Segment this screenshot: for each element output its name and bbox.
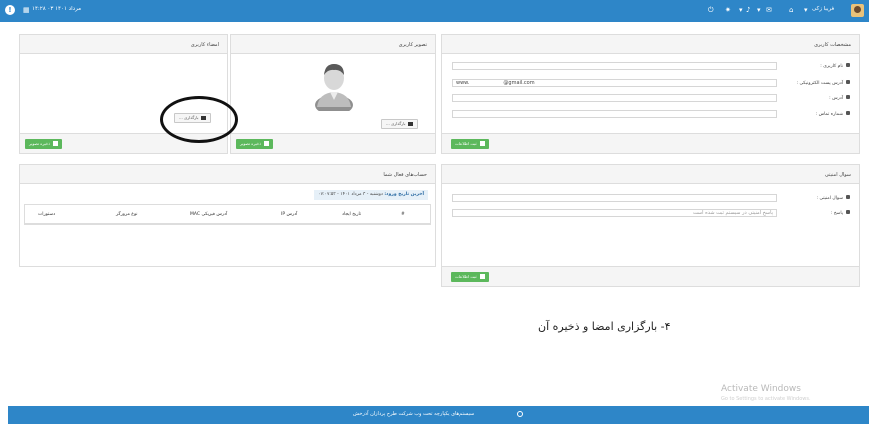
col-created-date: تاریخ ایجاد [342,212,362,217]
map-marker-icon [846,95,850,99]
user-avatar[interactable] [851,4,864,17]
phone-icon [846,111,850,115]
copyright-icon [517,411,523,417]
user-info-title: مشخصات کاربری [814,42,851,48]
settings-icon[interactable]: ✷ [725,7,731,14]
last-login-bar: آخرین تاریخ ورود: دوشنبه - ۳ مرداد ۱۴۰۱ … [314,190,428,200]
last-login-value: دوشنبه - ۳ مرداد ۱۴۰۱ - ۰۷:۰۷:۵۳ [318,192,383,197]
phone-label: شماره تماس : [816,111,850,119]
col-mac-address: آدرس فیزیکی MAC [190,212,228,217]
security-question-title: سوال امنیتی [824,172,851,178]
col-index: # [401,212,405,217]
user-info-header: مشخصات کاربری [442,35,859,54]
answer-placeholder: پاسخ امنیتی در سیستم ثبت شده است [693,210,773,216]
email-label: آدرس پست الکترونیکی : [797,80,850,88]
username-label: نام کاربری : [820,63,850,71]
address-label: آدرس : [829,95,850,103]
comment-icon [846,210,850,214]
user-image-title: تصویر کاربری [398,42,427,48]
email-prefix: www. [456,80,470,86]
table-divider [24,224,431,225]
security-question-footer: ثبت اطلاعات [442,266,859,286]
security-question-header: سوال امنیتی [442,165,859,184]
instruction-caption: ۴- بارگزاری امضا و ذخیره آن [538,320,671,333]
save-icon [264,141,270,146]
save-icon [479,141,485,146]
email-domain: @gmail.com [503,80,535,86]
highlight-circle [160,96,238,143]
active-accounts-title: حساب‌های فعال شما [383,172,427,178]
calendar-icon: ▦ [23,6,30,14]
mail-caret-icon[interactable]: ▾ [757,7,761,14]
address-field[interactable] [452,94,777,102]
bell-caret-icon[interactable]: ▾ [739,7,743,14]
power-icon[interactable]: ⏻ [708,7,714,14]
user-image-footer: ذخیره تصویر [231,133,435,153]
user-signature-header: امضاء کاربری [20,35,227,54]
last-login-label: آخرین تاریخ ورود: [384,192,424,197]
save-signature-button[interactable]: ذخیره تصویر [25,139,63,149]
question-field[interactable] [452,194,777,202]
activate-windows-title: Activate Windows [721,384,801,394]
submit-info-button[interactable]: ثبت اطلاعات [451,139,489,149]
user-image-panel: تصویر کاربری بارگذاری ... ذخیره تصویر [230,34,436,154]
phone-field[interactable] [452,110,777,118]
user-avatar-placeholder [315,64,353,111]
top-navbar: فریبا زکی ▾ ⌂ ✉ ▾ ♪ ▾ ✷ ⏻ ! ▦ ۱۴:۲۸ ۰۳ م… [0,0,869,22]
answer-field[interactable]: پاسخ امنیتی در سیستم ثبت شده است [452,209,777,217]
home-icon[interactable]: ⌂ [789,7,793,14]
security-question-panel: سوال امنیتی سوال امنیتی : پاسخ : پاسخ ام… [441,164,860,287]
activate-windows-subtitle: Go to Settings to activate Windows. [721,396,811,402]
save-image-button[interactable]: ذخیره تصویر [236,139,274,149]
upload-image-button[interactable]: بارگذاری ... [381,119,418,129]
mail-icon[interactable]: ✉ [766,7,772,14]
answer-label: پاسخ : [831,210,850,218]
col-actions: دستورات [38,212,56,217]
current-datetime: ۱۴:۲۸ ۰۳ مرداد ۱۴۰۱ [32,6,82,12]
folder-icon [407,122,413,126]
at-icon [846,80,850,84]
col-ip-address: آدرس IP [281,212,298,217]
accounts-table-header [24,204,431,224]
info-icon[interactable]: ! [5,5,15,15]
footer-text: سیستم‌های یکپارچه تحت وب شرکت طرح پردازا… [353,411,475,417]
footer-bar: سیستم‌های یکپارچه تحت وب شرکت طرح پردازا… [8,406,869,424]
caret-down-icon[interactable]: ▾ [804,7,808,14]
active-accounts-header: حساب‌های فعال شما [20,165,435,184]
email-field[interactable]: www. @gmail.com [452,79,777,87]
save-icon [479,274,485,279]
user-name[interactable]: فریبا زکی [812,6,834,12]
username-field[interactable] [452,62,777,70]
save-icon [53,141,59,146]
user-info-footer: ثبت اطلاعات [442,133,859,153]
active-accounts-panel: حساب‌های فعال شما آخرین تاریخ ورود: دوشن… [19,164,436,267]
question-icon [846,195,850,199]
user-signature-title: امضاء کاربری [190,42,219,48]
user-image-header: تصویر کاربری [231,35,435,54]
question-label: سوال امنیتی : [817,195,850,203]
user-icon [846,63,850,67]
user-info-panel: مشخصات کاربری نام کاربری : آدرس پست الکت… [441,34,860,154]
submit-security-button[interactable]: ثبت اطلاعات [451,272,489,282]
col-browser: نوع مرورگر [116,212,138,217]
bell-icon[interactable]: ♪ [746,7,750,14]
